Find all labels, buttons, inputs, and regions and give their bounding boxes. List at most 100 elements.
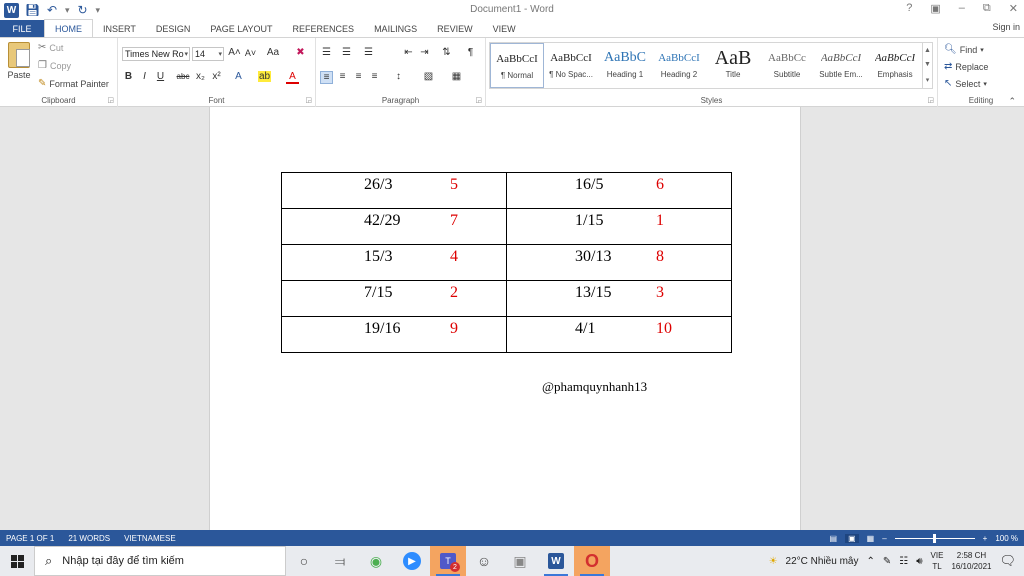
numbering-icon[interactable]: ☰ [340,47,353,58]
volume-icon[interactable]: 🔊︎ [916,556,922,567]
sign-in-link[interactable]: Sign in [992,22,1020,32]
cortana-icon[interactable]: ○ [286,546,322,576]
save-icon[interactable]: 💾︎ [25,3,40,17]
print-layout-icon[interactable]: ▣ [845,533,859,543]
table-cell[interactable]: 13/15 3 [506,280,732,317]
tab-page-layout[interactable]: PAGE LAYOUT [200,20,282,38]
language-indicator[interactable]: VIETNAMESE [118,534,184,543]
bullets-icon[interactable]: ☰ [320,47,333,58]
tab-review[interactable]: REVIEW [427,20,483,38]
tab-mailings[interactable]: MAILINGS [364,20,427,38]
select-button[interactable]: ↖ Select ▾ [944,78,987,89]
collapse-ribbon-icon[interactable]: ⌃ [1008,96,1016,107]
font-launcher-icon[interactable]: ◲ [305,96,312,104]
tab-insert[interactable]: INSERT [93,20,146,38]
scroll-down-icon[interactable]: ▼ [924,61,931,68]
cut-button[interactable]: ✂ Cut [38,42,63,53]
style-no-spacing[interactable]: AaBbCcI ¶ No Spac... [544,43,598,88]
borders-icon[interactable]: ▦ [450,71,463,82]
show-formatting-icon[interactable]: ¶ [464,47,477,58]
subscript-icon[interactable]: x₂ [194,71,207,82]
align-center-icon[interactable]: ≡ [336,71,349,82]
change-case-icon[interactable]: Aa [264,47,282,58]
tab-home[interactable]: HOME [44,19,93,38]
tab-design[interactable]: DESIGN [146,20,201,38]
teams-icon[interactable]: T 2 [430,546,466,576]
zoom-slider[interactable] [894,533,975,543]
taskbar-search[interactable]: ⌕ Nhập tại đây để tìm kiếm [34,546,286,576]
zoom-level[interactable]: 100 % [995,534,1018,543]
zoom-thumb[interactable] [932,533,936,543]
style-heading-1[interactable]: AaBbC Heading 1 [598,43,652,88]
undo-icon[interactable]: ↶ [45,3,59,17]
media-player-icon[interactable]: ▣ [502,546,538,576]
justify-icon[interactable]: ≡ [368,71,381,82]
opera-icon[interactable]: O [574,546,610,576]
underline-icon[interactable]: U [154,71,167,82]
paragraph-launcher-icon[interactable]: ◲ [475,96,482,104]
table-cell[interactable]: 4/1 10 [506,316,732,353]
bold-icon[interactable]: B [122,71,135,82]
styles-more-icon[interactable]: ▾ [926,76,930,84]
text-effects-icon[interactable]: A [232,71,245,82]
tab-view[interactable]: VIEW [483,20,526,38]
font-color-icon[interactable]: A [286,71,299,84]
input-language[interactable]: VIE TL [931,550,944,572]
document-page[interactable]: 26/3 5 16/5 6 42/29 7 1/15 1 15/3 4 30/13 8 7/15 2 13/… [209,107,801,530]
show-hidden-icons-icon[interactable]: ⌃ [866,556,874,567]
table-cell[interactable]: 30/13 8 [506,244,732,281]
redo-icon[interactable]: ↻ [76,3,90,17]
undo-dropdown-icon[interactable]: ▾ [65,5,70,16]
style-normal[interactable]: AaBbCcI ¶ Normal [490,43,544,88]
browser-icon[interactable]: ◉ [358,546,394,576]
weather-icon[interactable]: ☀ [769,556,778,567]
table-cell[interactable]: 1/15 1 [506,208,732,245]
help-icon[interactable]: ? [906,2,912,15]
table-cell[interactable]: 26/3 5 [281,172,507,209]
game-icon[interactable]: ☺ [466,546,502,576]
grow-font-icon[interactable]: A˄ [228,47,241,58]
close-icon[interactable]: ✕ [1009,2,1018,15]
page-count[interactable]: PAGE 1 OF 1 [0,534,62,543]
multilevel-list-icon[interactable]: ☰ [362,47,375,58]
read-mode-icon[interactable]: ▤ [830,534,838,543]
clear-formatting-icon[interactable]: ✖ [294,47,307,58]
pen-icon[interactable]: ✎ [883,556,891,567]
style-subtitle[interactable]: AaBbCc Subtitle [760,43,814,88]
task-view-icon[interactable]: ⫤ [322,546,358,576]
restore-icon[interactable]: ⧉ [983,2,991,15]
strikethrough-icon[interactable]: abc [174,72,192,81]
style-emphasis[interactable]: AaBbCcI Emphasis [868,43,922,88]
table-cell[interactable]: 7/15 2 [281,280,507,317]
style-title[interactable]: AaB Title [706,43,760,88]
copy-button[interactable]: ❐ Copy [38,60,71,71]
table-cell[interactable]: 42/29 7 [281,208,507,245]
tab-file[interactable]: FILE [0,20,44,38]
font-size-select[interactable]: 14 ▾ [192,47,224,61]
paste-button[interactable]: Paste [6,42,32,80]
shading-icon[interactable]: ▧ [422,71,435,82]
highlight-icon[interactable]: ab [258,71,271,82]
notifications-icon[interactable]: 🗨︎ [999,553,1016,569]
shrink-font-icon[interactable]: A˅ [244,48,257,58]
table-cell[interactable]: 15/3 4 [281,244,507,281]
ribbon-display-icon[interactable]: ▣ [930,2,940,15]
table-cell[interactable]: 16/5 6 [506,172,732,209]
align-left-icon[interactable]: ≡ [320,71,333,84]
table-cell[interactable]: 19/16 9 [281,316,507,353]
superscript-icon[interactable]: x² [210,71,223,82]
replace-button[interactable]: ⇄ Replace [944,61,988,72]
weather-text[interactable]: 22°C Nhiều mây [786,556,859,567]
start-button[interactable] [0,546,34,576]
styles-launcher-icon[interactable]: ◲ [927,96,934,104]
minimize-icon[interactable]: – [959,2,965,15]
decrease-indent-icon[interactable]: ⇤ [402,47,415,58]
increase-indent-icon[interactable]: ⇥ [418,47,431,58]
clipboard-launcher-icon[interactable]: ◲ [107,96,114,104]
zoom-app-icon[interactable]: ▶ [394,546,430,576]
line-spacing-icon[interactable]: ↕ [392,71,405,82]
network-icon[interactable]: ☷ [899,556,908,567]
sort-icon[interactable]: ⇅ [440,47,453,58]
style-heading-2[interactable]: AaBbCcI Heading 2 [652,43,706,88]
word-count[interactable]: 21 WORDS [62,534,118,543]
